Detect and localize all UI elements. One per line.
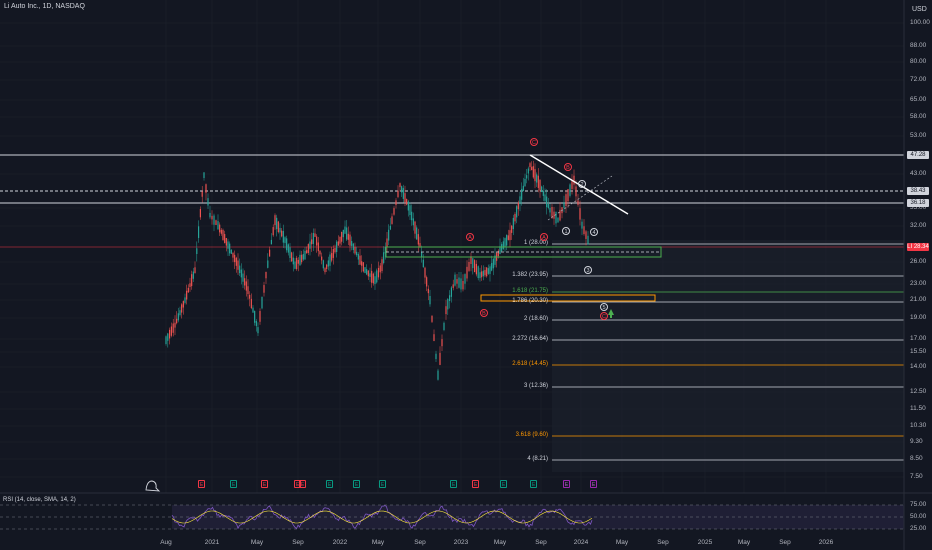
time-tick: 2026 xyxy=(818,539,834,546)
price-tick: 88.00 xyxy=(910,42,927,49)
fib-label: 2.272 (16.64) xyxy=(512,336,548,342)
time-tick: May xyxy=(737,539,751,546)
earnings-marker[interactable]: E xyxy=(500,480,507,488)
price-tick: 65.00 xyxy=(910,96,927,103)
price-tick: 43.00 xyxy=(910,170,927,177)
earnings-marker[interactable]: E xyxy=(472,480,479,488)
fib-label: 1.786 (20.30) xyxy=(512,298,548,304)
price-tick: 11.50 xyxy=(910,405,926,412)
fib-label: 1.618 (21.75) xyxy=(512,288,548,294)
time-tick: 2022 xyxy=(332,539,348,546)
time-tick: 2021 xyxy=(204,539,220,546)
wave-label: 2 xyxy=(578,180,586,188)
time-tick: May xyxy=(493,539,507,546)
price-tick: 53.00 xyxy=(910,132,927,139)
price-tick: 9.30 xyxy=(910,438,923,445)
price-tick: 80.00 xyxy=(910,58,927,65)
time-tick: Sep xyxy=(292,539,304,546)
wave-label: B xyxy=(480,309,488,317)
earnings-marker[interactable]: E xyxy=(299,480,306,488)
time-tick: 2024 xyxy=(573,539,589,546)
earnings-marker[interactable]: E xyxy=(261,480,268,488)
wave-label: C xyxy=(600,312,608,320)
price-tick: 15.50 xyxy=(910,348,927,355)
fib-label: 2 (18.60) xyxy=(523,316,548,322)
candlestick-series xyxy=(165,160,589,381)
time-tick: Sep xyxy=(414,539,426,546)
price-level-tag: LI 28.34 xyxy=(907,243,929,251)
earnings-marker[interactable]: E xyxy=(353,480,360,488)
wave-label: 1 xyxy=(562,227,570,235)
price-tick: 12.50 xyxy=(910,388,927,395)
fib-label: 4 (8.21) xyxy=(527,456,548,462)
price-tick: 17.00 xyxy=(910,335,927,342)
wave-label: A xyxy=(466,233,474,241)
earnings-marker[interactable]: E xyxy=(590,480,597,488)
earnings-marker[interactable]: E xyxy=(230,480,237,488)
fib-label: 1.382 (23.95) xyxy=(512,272,548,278)
price-tick: 32.00 xyxy=(910,222,927,229)
earnings-marker[interactable]: E xyxy=(450,480,457,488)
fib-label: 2.618 (14.45) xyxy=(512,361,548,367)
earnings-marker[interactable]: E xyxy=(530,480,537,488)
wave-label: A xyxy=(540,233,548,241)
price-level-tag: 47.28 xyxy=(907,151,929,159)
fib-label: 3 (12.36) xyxy=(523,383,548,389)
tradingview-logo-icon xyxy=(145,480,161,492)
wave-label: 3 xyxy=(584,266,592,274)
earnings-marker[interactable]: E xyxy=(379,480,386,488)
time-tick: Sep xyxy=(779,539,791,546)
price-level-tag: 36.18 xyxy=(907,199,929,207)
earnings-marker[interactable]: E xyxy=(326,480,333,488)
time-tick: Aug xyxy=(160,539,172,546)
price-tick: 7.50 xyxy=(910,473,923,480)
price-tick: 19.00 xyxy=(910,314,927,321)
price-tick: 58.00 xyxy=(910,113,927,120)
rsi-tick: 75.00 xyxy=(910,501,927,508)
earnings-marker[interactable]: E xyxy=(198,480,205,488)
price-chart[interactable] xyxy=(0,0,932,550)
price-tick: 14.00 xyxy=(910,363,927,370)
earnings-marker[interactable]: E xyxy=(563,480,570,488)
rsi-tick: 25.00 xyxy=(910,525,927,532)
time-tick: Sep xyxy=(535,539,547,546)
price-tick: 21.00 xyxy=(910,296,927,303)
time-tick: 2025 xyxy=(697,539,713,546)
time-tick: May xyxy=(615,539,629,546)
price-tick: 8.50 xyxy=(910,455,923,462)
wave-label: 4 xyxy=(590,228,598,236)
time-tick: May xyxy=(371,539,385,546)
wave-label: C xyxy=(530,138,538,146)
price-level-tag: 38.43 xyxy=(907,187,929,195)
rsi-tick: 50.00 xyxy=(910,513,927,520)
wave-label: 5 xyxy=(600,303,608,311)
fib-label: 3.618 (9.60) xyxy=(515,432,548,438)
fib-zone xyxy=(552,240,904,472)
time-tick: Sep xyxy=(657,539,669,546)
price-tick: 23.00 xyxy=(910,280,927,287)
time-tick: 2023 xyxy=(453,539,469,546)
price-tick: 10.30 xyxy=(910,422,927,429)
wave-label: B xyxy=(564,163,572,171)
rsi-legend[interactable]: RSI (14, close, SMA, 14, 2) xyxy=(3,497,76,503)
price-tick: 26.00 xyxy=(910,258,927,265)
price-tick: 100.00 xyxy=(910,19,930,26)
price-tick: 72.00 xyxy=(910,76,927,83)
time-tick: May xyxy=(250,539,264,546)
